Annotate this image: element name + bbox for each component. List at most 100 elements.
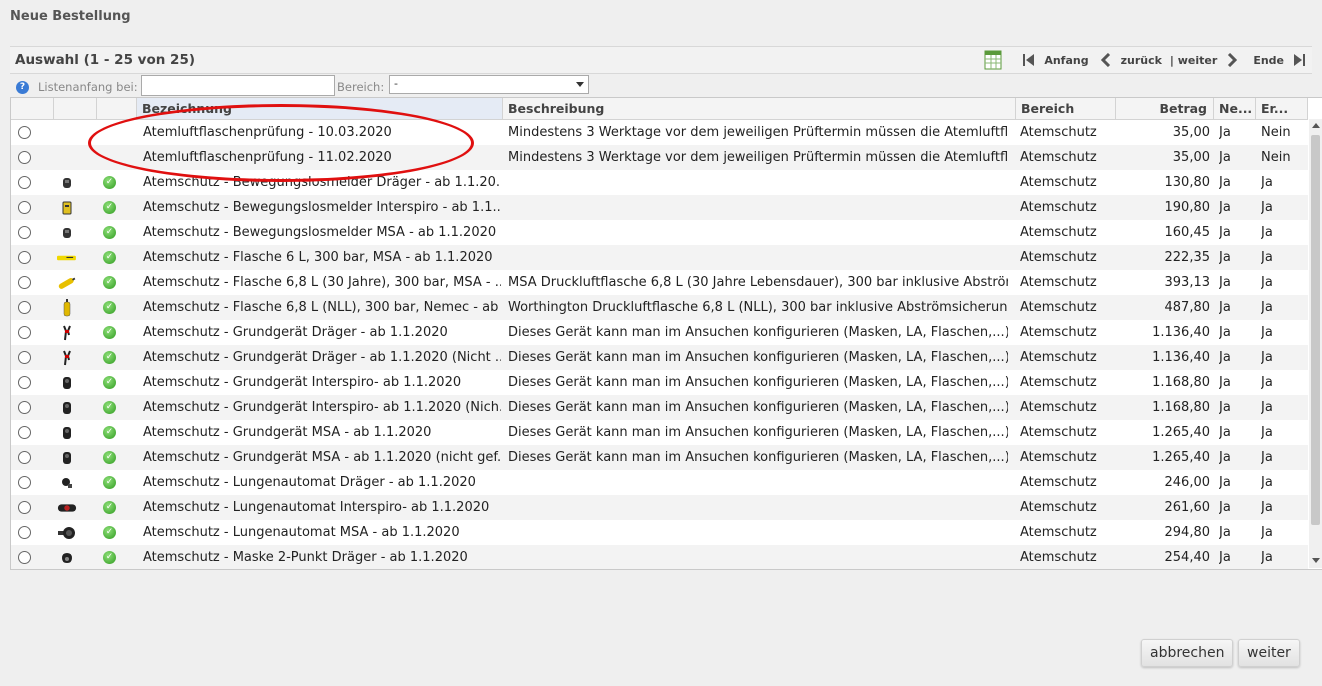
list-start-input[interactable] [141, 75, 335, 96]
pager-first-button[interactable]: Anfang [1022, 53, 1089, 67]
pager-last-button[interactable]: Ende [1253, 53, 1306, 67]
pager-prev-button[interactable]: zurück [1100, 53, 1162, 67]
table-row[interactable]: ✓ Atemschutz - Grundgerät Interspiro- ab … [11, 370, 1308, 395]
scroll-down-icon[interactable] [1312, 558, 1320, 563]
vertical-scrollbar[interactable] [1309, 119, 1322, 568]
table-row[interactable]: ✓ Atemschutz - Flasche 6,8 L (NLL), 300 b… [11, 295, 1308, 320]
row-select-radio[interactable] [18, 226, 31, 239]
row-select-radio[interactable] [18, 126, 31, 139]
row-select-radio[interactable] [18, 176, 31, 189]
cell-bereich: Atemschutz [1020, 550, 1097, 565]
pager-first-label: Anfang [1044, 53, 1089, 67]
row-select-radio[interactable] [18, 351, 31, 364]
row-select-radio[interactable] [18, 276, 31, 289]
cell-ne: Ja [1219, 450, 1231, 465]
cell-betrag: 487,80 [1164, 300, 1211, 315]
row-select-radio[interactable] [18, 376, 31, 389]
column-header-beschreibung[interactable]: Beschreibung [503, 98, 1016, 119]
selection-title: Auswahl (1 - 25 von 25) [15, 52, 196, 68]
area-select-value: - [394, 77, 398, 90]
cell-betrag: 35,00 [1172, 150, 1210, 165]
product-thumbnail [57, 200, 77, 215]
table-row[interactable]: ✓ Atemschutz - Grundgerät Dräger - ab 1.1… [11, 320, 1308, 345]
cell-bezeichnung: Atemschutz - Lungenautomat MSA - ab 1.1.… [143, 525, 460, 540]
row-select-radio[interactable] [18, 201, 31, 214]
cell-er: Ja [1261, 300, 1273, 315]
cell-bereich: Atemschutz [1020, 275, 1097, 290]
cell-bereich: Atemschutz [1020, 450, 1097, 465]
cell-bereich: Atemschutz [1020, 225, 1097, 240]
table-row[interactable]: ✓ Atemschutz - Grundgerät MSA - ab 1.1.20… [11, 420, 1308, 445]
column-header-bezeichnung[interactable]: Bezeichnung [137, 98, 503, 119]
table-row[interactable]: ✓ Atemschutz - Grundgerät Interspiro- ab … [11, 395, 1308, 420]
cell-beschreibung [508, 195, 1008, 220]
table-row[interactable]: ✓ Atemschutz - Bewegungslosmelder Dräger … [11, 170, 1308, 195]
table-row[interactable]: ✓ Atemschutz - Bewegungslosmelder Intersp… [11, 195, 1308, 220]
cell-er: Ja [1261, 325, 1273, 340]
product-thumbnail [57, 500, 77, 515]
row-select-radio[interactable] [18, 476, 31, 489]
selection-header: Auswahl (1 - 25 von 25) Anfang zurück | … [10, 46, 1312, 74]
row-select-radio[interactable] [18, 451, 31, 464]
column-header-er[interactable]: Er... [1256, 98, 1308, 119]
cell-ne: Ja [1219, 400, 1231, 415]
status-ok-icon: ✓ [103, 226, 116, 239]
cell-bezeichnung: Atemschutz - Grundgerät MSA - ab 1.1.202… [143, 450, 501, 465]
cell-bereich: Atemschutz [1020, 200, 1097, 215]
area-select[interactable]: - [389, 75, 589, 94]
cell-betrag: 246,00 [1164, 475, 1211, 490]
column-header-ne[interactable]: Ne... [1214, 98, 1256, 119]
cell-betrag: 1.265,40 [1152, 425, 1210, 440]
table-row[interactable]: Atemluftflaschenprüfung - 11.02.2020 Mind… [11, 145, 1308, 170]
cell-bereich: Atemschutz [1020, 525, 1097, 540]
column-header-select[interactable] [11, 98, 54, 119]
table-row[interactable]: ✓ Atemschutz - Flasche 6,8 L (30 Jahre), … [11, 270, 1308, 295]
cell-bezeichnung: Atemschutz - Flasche 6 L, 300 bar, MSA -… [143, 250, 493, 265]
cell-betrag: 1.136,40 [1152, 350, 1210, 365]
column-header-image[interactable] [54, 98, 97, 119]
column-header-status[interactable] [97, 98, 137, 119]
row-select-radio[interactable] [18, 151, 31, 164]
product-thumbnail [57, 400, 77, 415]
row-select-radio[interactable] [18, 251, 31, 264]
cell-bezeichnung: Atemschutz - Grundgerät Interspiro- ab 1… [143, 400, 501, 415]
table-row[interactable]: ✓ Atemschutz - Bewegungslosmelder MSA - a… [11, 220, 1308, 245]
cell-er: Ja [1261, 450, 1273, 465]
row-select-radio[interactable] [18, 301, 31, 314]
cell-bereich: Atemschutz [1020, 350, 1097, 365]
table-row[interactable]: ✓ Atemschutz - Lungenautomat Interspiro- … [11, 495, 1308, 520]
cell-betrag: 393,13 [1164, 275, 1211, 290]
table-row[interactable]: ✓ Atemschutz - Maske 2-Punkt Dräger - ab … [11, 545, 1308, 569]
row-select-radio[interactable] [18, 501, 31, 514]
status-ok-icon: ✓ [103, 451, 116, 464]
cell-ne: Ja [1219, 425, 1231, 440]
table-row[interactable]: ✓ Atemschutz - Lungenautomat Dräger - ab … [11, 470, 1308, 495]
row-select-radio[interactable] [18, 551, 31, 564]
table-row[interactable]: ✓ Atemschutz - Lungenautomat MSA - ab 1.1… [11, 520, 1308, 545]
cell-er: Ja [1261, 400, 1273, 415]
table-row[interactable]: ✓ Atemschutz - Grundgerät MSA - ab 1.1.20… [11, 445, 1308, 470]
pager-next-button[interactable]: | weiter [1170, 53, 1238, 67]
scroll-up-icon[interactable] [1312, 123, 1320, 128]
column-header-bereich[interactable]: Bereich [1016, 98, 1116, 119]
status-ok-icon: ✓ [103, 326, 116, 339]
product-thumbnail [57, 450, 77, 465]
scrollbar-thumb[interactable] [1311, 135, 1320, 525]
row-select-radio[interactable] [18, 526, 31, 539]
row-select-radio[interactable] [18, 326, 31, 339]
cell-bezeichnung: Atemschutz - Flasche 6,8 L (NLL), 300 ba… [143, 300, 501, 315]
cell-beschreibung: Mindestens 3 Werktage vor dem jeweiligen… [508, 125, 1008, 140]
status-ok-icon: ✓ [103, 301, 116, 314]
table-row[interactable]: ✓ Atemschutz - Flasche 6 L, 300 bar, MSA … [11, 245, 1308, 270]
row-select-radio[interactable] [18, 426, 31, 439]
cancel-button[interactable]: abbrechen [1141, 639, 1234, 667]
table-row[interactable]: ✓ Atemschutz - Grundgerät Dräger - ab 1.1… [11, 345, 1308, 370]
column-header-betrag[interactable]: Betrag [1116, 98, 1214, 119]
row-select-radio[interactable] [18, 401, 31, 414]
excel-export-icon[interactable] [984, 50, 1002, 70]
status-ok-icon: ✓ [103, 176, 116, 189]
status-ok-icon: ✓ [103, 376, 116, 389]
help-icon[interactable]: ? [16, 81, 29, 94]
table-row[interactable]: Atemluftflaschenprüfung - 10.03.2020 Mind… [11, 120, 1308, 145]
next-button[interactable]: weiter [1238, 639, 1300, 667]
